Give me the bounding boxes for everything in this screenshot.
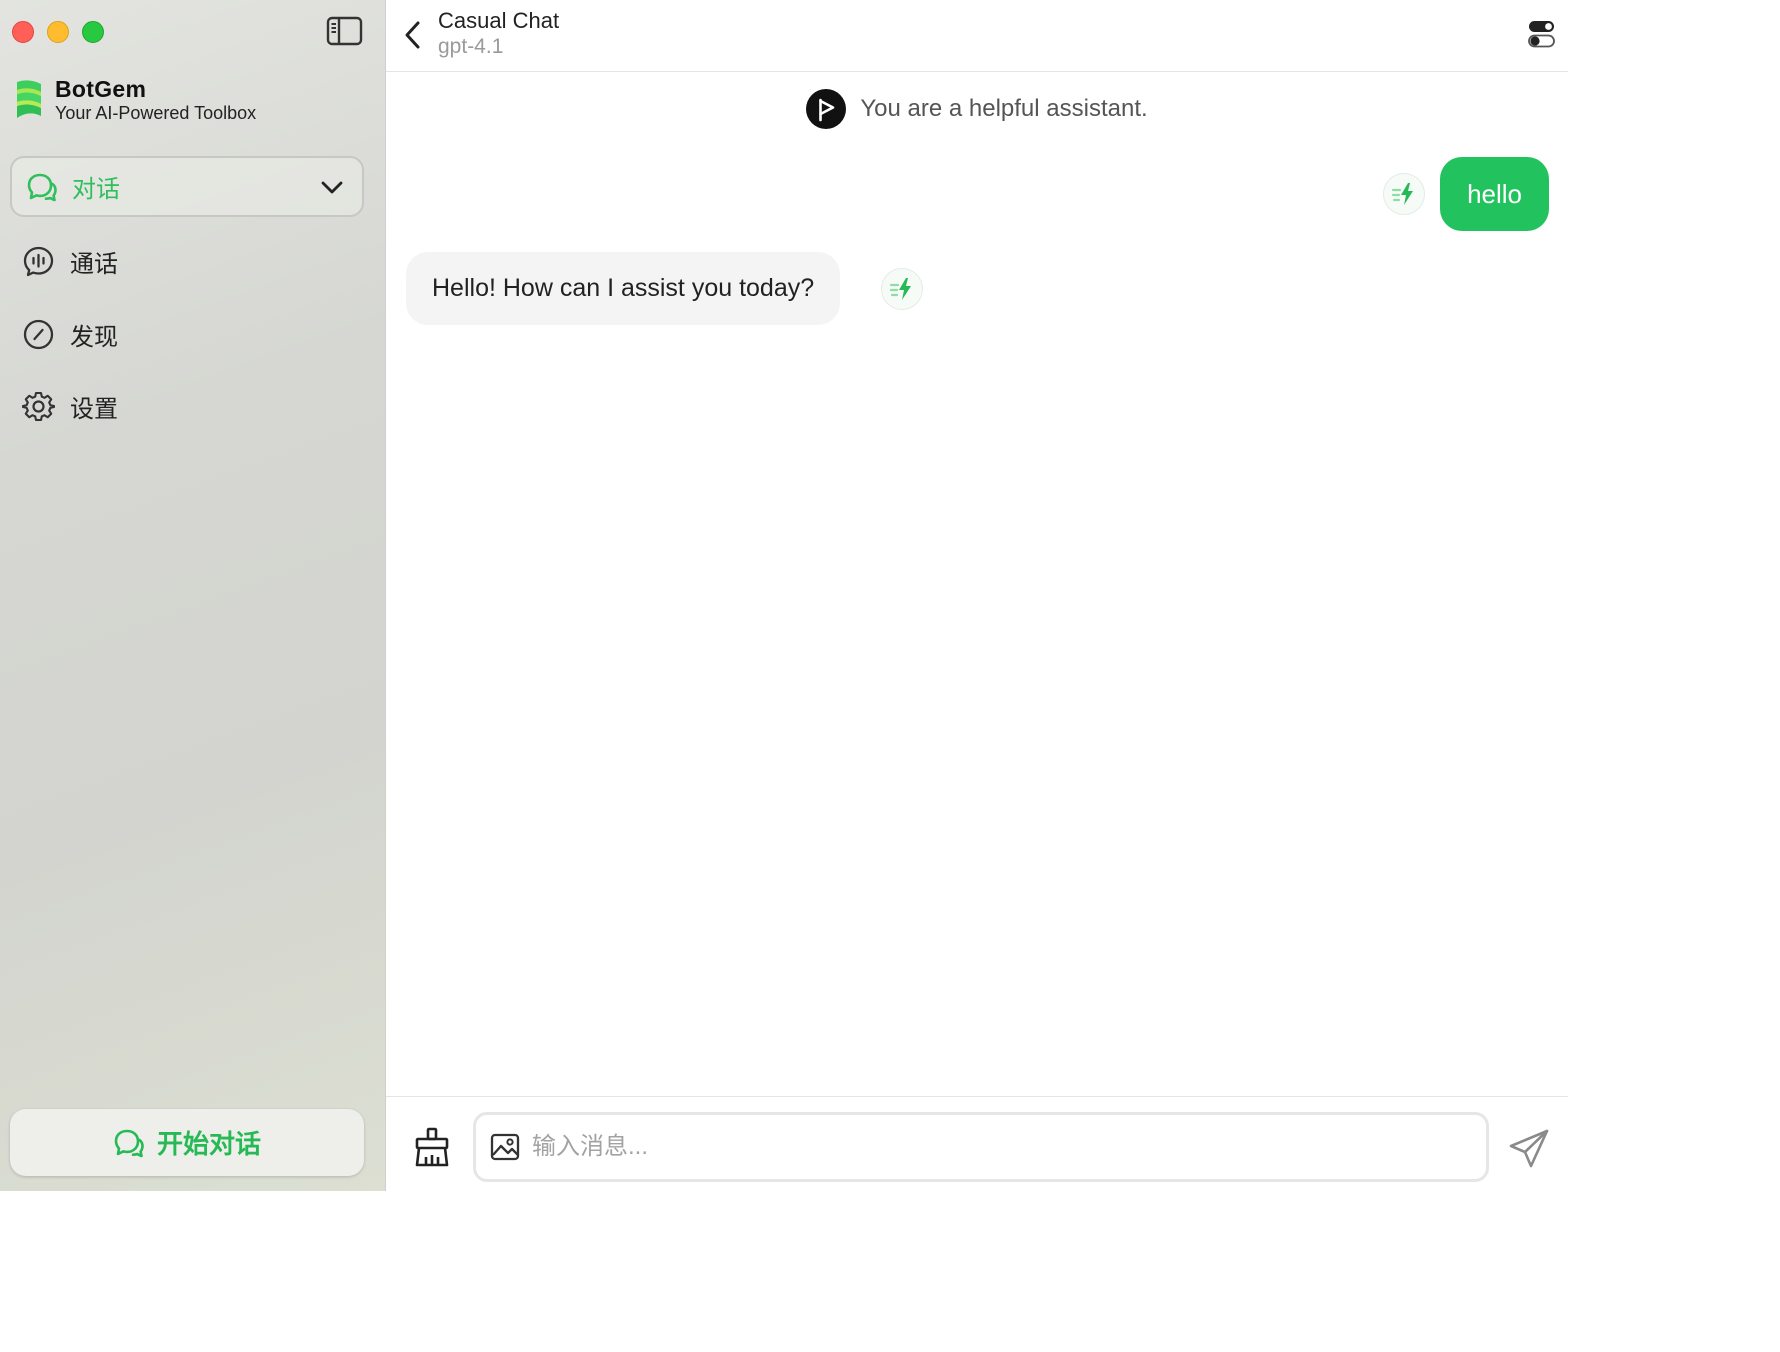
paper-plane-icon	[1509, 1129, 1549, 1168]
mode-selector-dropdown[interactable]: 对话	[10, 156, 364, 217]
chevron-down-icon	[321, 181, 343, 194]
user-message-bubble: hello	[1440, 157, 1549, 231]
botgem-logo-icon	[17, 80, 41, 118]
sidebar-item-label: 通话	[70, 250, 118, 278]
assistant-message-action-button[interactable]	[881, 268, 923, 310]
back-button[interactable]	[400, 18, 428, 52]
sidebar-toggle-icon[interactable]	[326, 16, 363, 46]
system-prompt-row[interactable]: You are a helpful assistant.	[386, 89, 1568, 129]
chevron-left-icon	[405, 21, 420, 49]
chat-bubble-icon	[114, 1129, 144, 1157]
brand: BotGem Your AI-Powered Toolbox	[14, 76, 256, 124]
broom-icon	[415, 1127, 449, 1167]
new-chat-button[interactable]: 开始对话	[10, 1109, 364, 1176]
lightning-bolt-icon	[889, 278, 911, 300]
sidebar-item-call[interactable]: 通话	[22, 241, 118, 281]
chat-panel: Casual Chat gpt-4.1 You are a helpful as…	[386, 0, 1568, 1191]
window-close-button[interactable]	[12, 21, 34, 43]
clear-context-button[interactable]	[412, 1127, 452, 1167]
compass-icon	[23, 319, 54, 349]
sidebar-item-label: 设置	[70, 395, 118, 423]
lightning-bolt-icon	[1391, 183, 1413, 205]
chat-model-label[interactable]: gpt-4.1	[438, 34, 503, 60]
system-prompt-text: You are a helpful assistant.	[860, 95, 1148, 122]
sidebar-item-label: 发现	[70, 323, 118, 351]
message-text: Hello! How can I assist you today?	[432, 274, 815, 302]
chat-header: Casual Chat gpt-4.1	[386, 0, 1568, 72]
settings-toggle-icon[interactable]	[1528, 20, 1555, 48]
brand-tagline: Your AI-Powered Toolbox	[55, 103, 257, 123]
brand-name: BotGem	[55, 76, 147, 102]
window-minimize-button[interactable]	[47, 21, 69, 43]
message-input[interactable]	[530, 1132, 1430, 1162]
chat-title: Casual Chat	[438, 8, 560, 33]
chat-bubble-icon	[27, 173, 57, 201]
sidebar: BotGem Your AI-Powered Toolbox 对话 通话 发现 …	[0, 0, 386, 1191]
message-text: hello	[1467, 178, 1522, 209]
sidebar-item-discover[interactable]: 发现	[22, 314, 118, 354]
gear-icon	[22, 391, 55, 421]
assistant-message-bubble: Hello! How can I assist you today?	[406, 252, 841, 325]
voice-call-icon	[23, 246, 54, 276]
image-attach-icon[interactable]	[490, 1132, 520, 1162]
composer-bar	[386, 1096, 1568, 1191]
sidebar-item-settings[interactable]: 设置	[22, 386, 118, 426]
new-chat-label: 开始对话	[156, 1129, 261, 1159]
send-button[interactable]	[1508, 1128, 1550, 1170]
window-zoom-button[interactable]	[82, 21, 104, 43]
app-window: BotGem Your AI-Powered Toolbox 对话 通话 发现 …	[0, 0, 1568, 1191]
mode-selector-label: 对话	[72, 176, 120, 203]
user-message-action-button[interactable]	[1383, 173, 1425, 215]
prompt-avatar-icon	[806, 89, 847, 129]
message-input-box	[473, 1112, 1489, 1182]
